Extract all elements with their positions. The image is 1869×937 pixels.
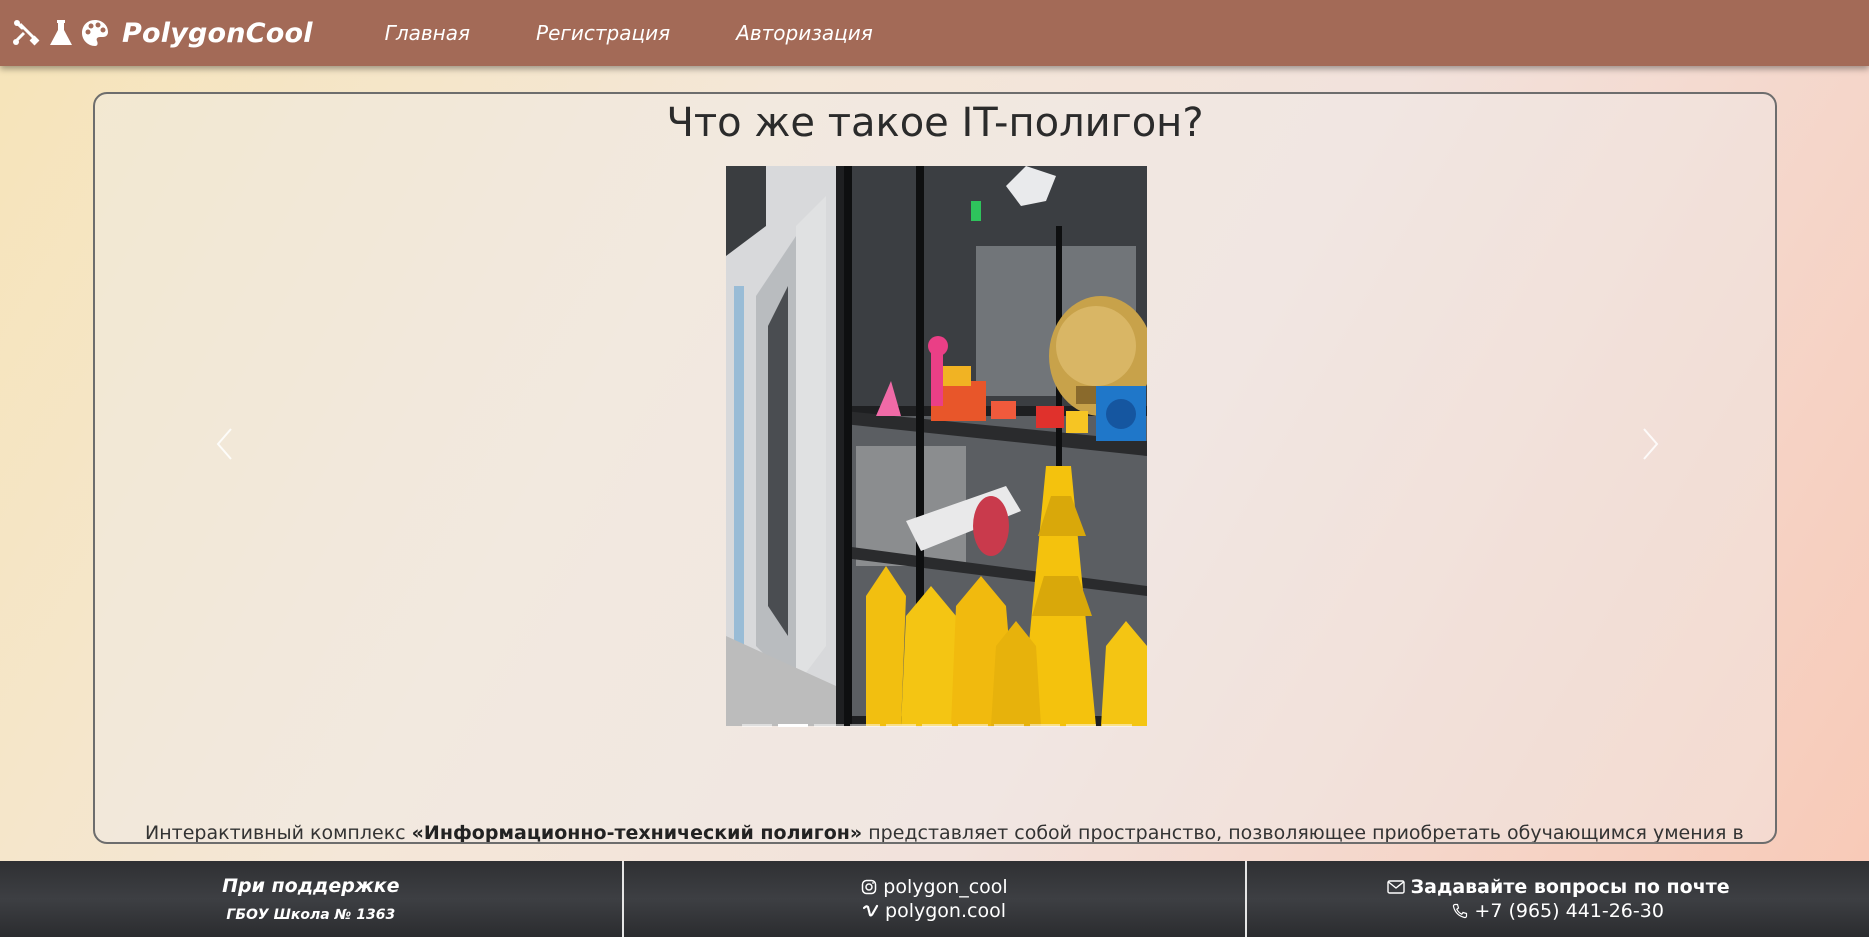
nav-link-registration[interactable]: Регистрация	[536, 21, 670, 45]
carousel-indicator[interactable]	[777, 723, 808, 727]
palette-icon	[80, 18, 110, 48]
footer: При поддержке ГБОУ Школа № 1363 polygon_…	[0, 861, 1869, 937]
nav-link-home[interactable]: Главная	[385, 21, 470, 45]
carousel-indicator[interactable]	[957, 723, 988, 727]
intro-paragraph: Интерактивный комплекс «Информационно-те…	[145, 822, 1745, 844]
nav-link-login[interactable]: Авторизация	[736, 21, 873, 45]
mail-link[interactable]: Задавайте вопросы по почте	[1386, 875, 1730, 899]
brand-icons	[12, 18, 110, 48]
carousel-indicator[interactable]	[741, 723, 772, 727]
phone-icon	[1452, 903, 1468, 919]
carousel-indicator[interactable]	[849, 723, 880, 727]
carousel-indicators	[726, 718, 1147, 732]
carousel-prev-button[interactable]	[195, 416, 255, 476]
carousel-indicator[interactable]	[921, 723, 952, 727]
carousel-indicator[interactable]	[1101, 723, 1132, 727]
chevron-left-icon	[215, 427, 235, 465]
intro-text-prefix: Интерактивный комплекс	[145, 822, 412, 844]
content-card: Что же такое IT-полигон? Интерактивный к…	[93, 92, 1777, 844]
instagram-handle[interactable]: polygon_cool	[883, 875, 1007, 899]
support-title: При поддержке	[222, 875, 400, 897]
mail-icon	[1386, 880, 1405, 894]
intro-text-bold: «Информационно-технический полигон»	[411, 822, 863, 844]
carousel-indicator[interactable]	[1029, 723, 1060, 727]
carousel-indicator[interactable]	[1065, 723, 1096, 727]
carousel-indicator[interactable]	[885, 723, 916, 727]
navbar: PolygonCool Главная Регистрация Авториза…	[0, 0, 1869, 66]
chevron-right-icon	[1640, 427, 1660, 465]
page-title: Что же такое IT-полигон?	[666, 100, 1204, 146]
instagram-link[interactable]: polygon_cool	[861, 875, 1008, 899]
phone-link[interactable]: +7 (965) 441-26-30	[1452, 899, 1664, 923]
carousel-slide-image	[726, 166, 1147, 726]
vimeo-icon	[863, 903, 879, 919]
vimeo-handle[interactable]: polygon.cool	[885, 899, 1006, 923]
carousel-next-button[interactable]	[1620, 416, 1680, 476]
carousel-indicator[interactable]	[813, 723, 844, 727]
instagram-icon	[861, 879, 877, 895]
nav-links: Главная Регистрация Авторизация	[385, 21, 939, 45]
tools-icon	[12, 18, 42, 48]
flask-icon	[48, 18, 74, 48]
carousel-indicator[interactable]	[993, 723, 1024, 727]
support-school: ГБОУ Школа № 1363	[226, 907, 396, 923]
mail-text[interactable]: Задавайте вопросы по почте	[1411, 875, 1730, 899]
carousel	[95, 166, 1775, 726]
footer-support: При поддержке ГБОУ Школа № 1363	[0, 861, 624, 937]
brand[interactable]: PolygonCool	[12, 18, 313, 49]
vimeo-link[interactable]: polygon.cool	[863, 899, 1006, 923]
phone-number[interactable]: +7 (965) 441-26-30	[1474, 899, 1664, 923]
brand-name[interactable]: PolygonCool	[122, 18, 313, 49]
footer-contacts: Задавайте вопросы по почте +7 (965) 441-…	[1247, 861, 1869, 937]
intro-text-suffix: представляет собой пространство, позволя…	[862, 822, 1744, 844]
footer-social: polygon_cool polygon.cool	[624, 861, 1248, 937]
